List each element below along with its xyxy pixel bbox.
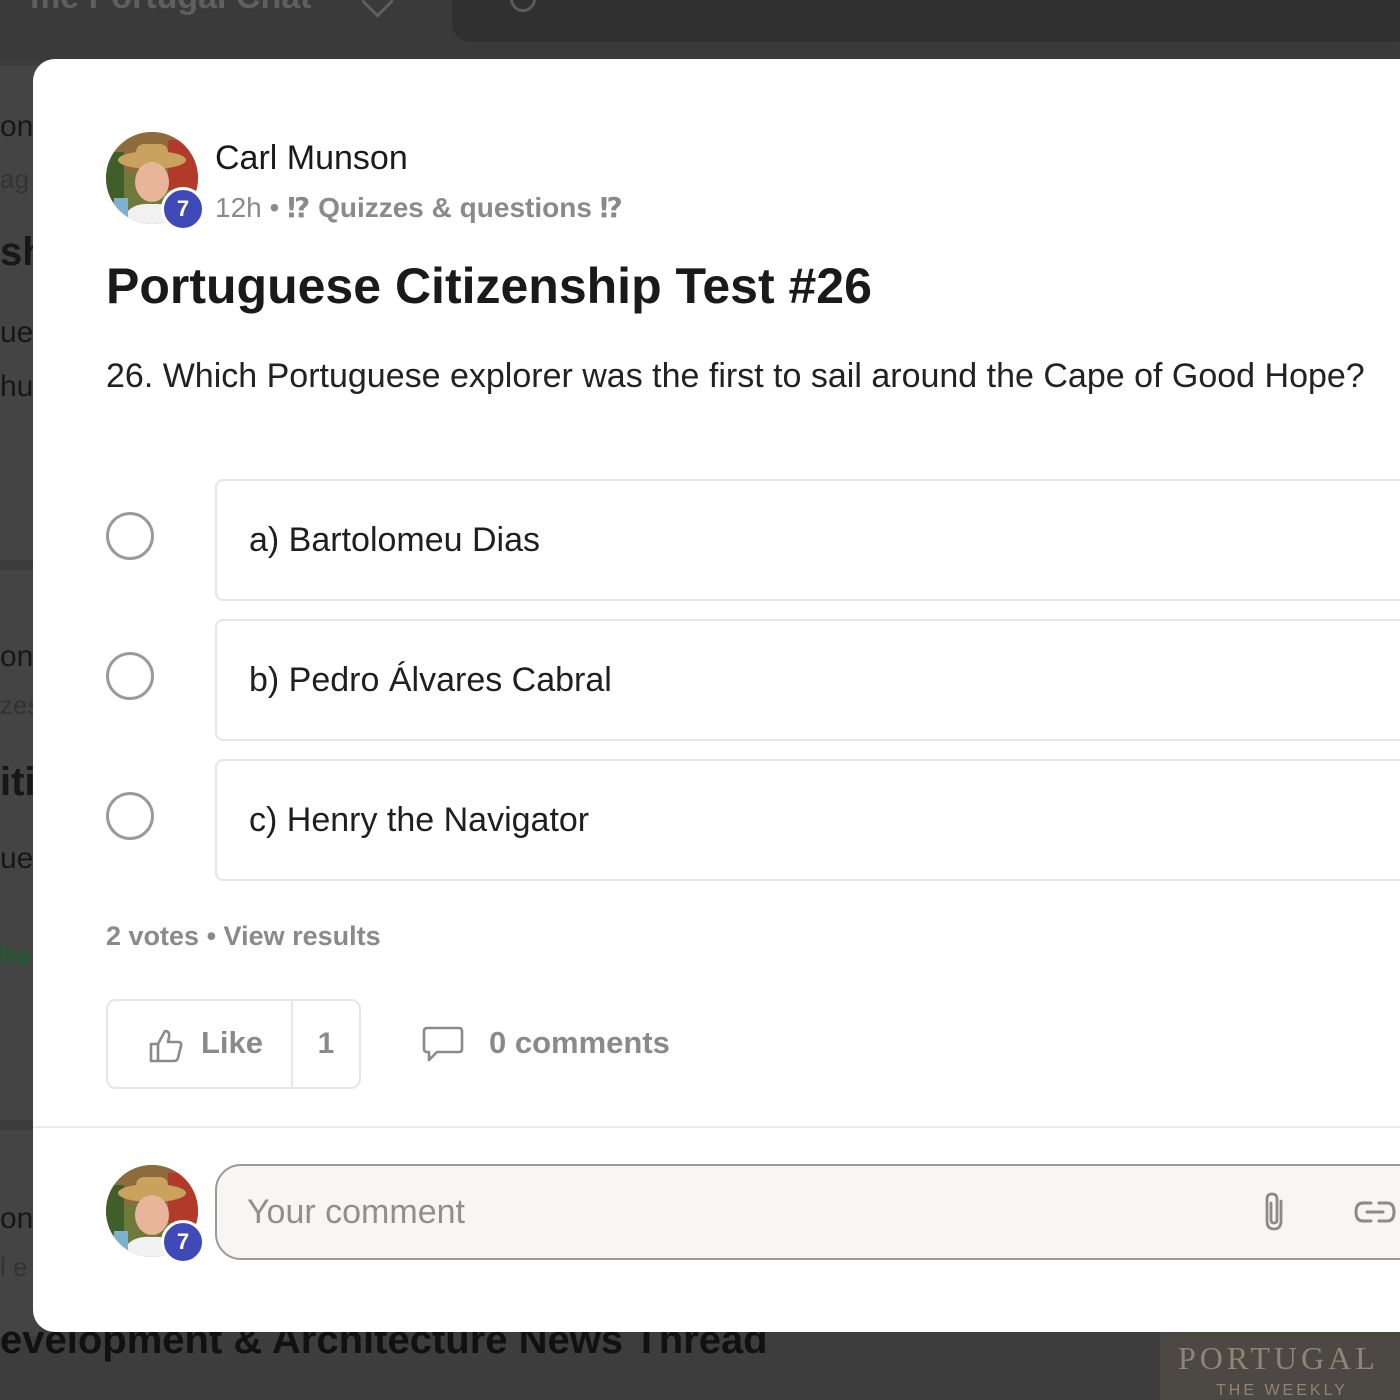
thumbs-up-icon (149, 1029, 183, 1063)
background-feed-fragment: ue (0, 842, 34, 875)
post-meta: 12h • ⁉ Quizzes & questions ⁉ (215, 191, 623, 224)
poll-option: c) Henry the Navigator (106, 759, 1400, 881)
author-level-badge: 7 (161, 187, 205, 231)
background-community-title: me Portugal Chat (30, 0, 311, 17)
poll-option-radio[interactable] (106, 512, 154, 560)
comment-input[interactable] (215, 1164, 1400, 1260)
poll-option: b) Pedro Álvares Cabral (106, 619, 1400, 741)
background-feed-fragment: ha (0, 940, 31, 970)
poll-option: a) Bartolomeu Dias (106, 479, 1400, 601)
like-label: Like (201, 1025, 264, 1060)
author-name[interactable]: Carl Munson (215, 139, 408, 178)
poll-option-radio[interactable] (106, 792, 154, 840)
like-control: Like 1 (106, 999, 361, 1089)
like-button[interactable]: Like (108, 1001, 292, 1087)
background-feed-fragment: ue (0, 316, 34, 349)
background-search-bar (452, 0, 1400, 42)
summary-separator: • (206, 921, 217, 951)
modal-divider (33, 1126, 1400, 1128)
view-results-link[interactable]: View results (224, 921, 381, 951)
comment-bubble-icon (422, 1026, 464, 1062)
background-feed-fragment: on (0, 1202, 34, 1235)
post-time: 12h (215, 192, 262, 223)
vote-count: 2 votes (106, 921, 200, 951)
post-modal: 7 Carl Munson 12h • ⁉ Quizzes & question… (33, 59, 1400, 1332)
poll-option-radio[interactable] (106, 652, 154, 700)
ad-logo-text: PORTUGAL (1178, 1340, 1379, 1376)
background-feed-fragment: on (0, 110, 34, 143)
meta-separator: • (269, 192, 280, 223)
poll-option-label: a) Bartolomeu Dias (249, 520, 541, 559)
background-feed-fragment: l e (0, 1252, 28, 1282)
poll-option-card[interactable]: c) Henry the Navigator (215, 759, 1400, 881)
post-title: Portuguese Citizenship Test #26 (106, 258, 872, 314)
poll-option-card[interactable]: a) Bartolomeu Dias (215, 479, 1400, 601)
link-icon[interactable] (1353, 1194, 1397, 1230)
background-feed-fragment: hu (0, 370, 34, 403)
like-count[interactable]: 1 (292, 1001, 360, 1087)
ad-subtext: THE WEEKLY (1216, 1382, 1348, 1399)
background-feed-fragment: on (0, 640, 34, 673)
poll-question: 26. Which Portuguese explorer was the fi… (106, 357, 1365, 395)
poll-option-label: b) Pedro Álvares Cabral (249, 660, 612, 699)
background-ad-banner: PORTUGAL THE WEEKLY (1160, 1332, 1400, 1400)
paperclip-icon[interactable] (1255, 1189, 1295, 1235)
poll-option-card[interactable]: b) Pedro Álvares Cabral (215, 619, 1400, 741)
background-feed-fragment: iti (0, 760, 36, 804)
background-feed-fragment: ag (0, 164, 29, 194)
poll-summary: 2 votes • View results (106, 921, 381, 952)
post-category[interactable]: ⁉ Quizzes & questions ⁉ (287, 192, 623, 223)
current-user-level-badge: 7 (161, 1220, 205, 1264)
poll-option-label: c) Henry the Navigator (249, 800, 590, 839)
comments-count-label: 0 comments (489, 1025, 670, 1060)
